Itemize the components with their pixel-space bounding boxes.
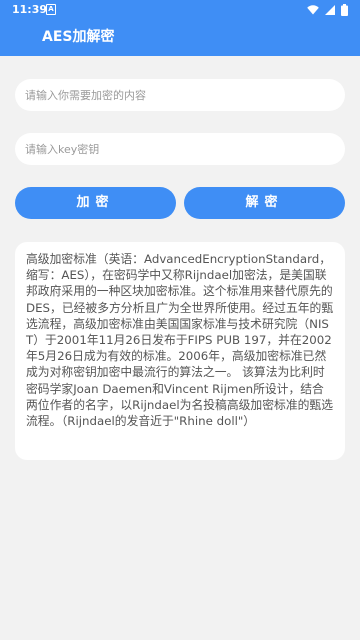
status-bar: 11:39 A <box>0 0 360 20</box>
content-input[interactable] <box>15 79 345 111</box>
info-card: 高级加密标准（英语：AdvancedEncryptionStandard，缩写：… <box>15 242 345 460</box>
key-input[interactable] <box>15 133 345 165</box>
notification-icon: A <box>46 4 56 15</box>
signal-icon <box>325 5 335 15</box>
status-time: 11:39 <box>12 3 48 16</box>
battery-icon <box>341 4 348 16</box>
page-title: AES加解密 <box>42 29 115 45</box>
app-bar: 11:39 A AES加解密 <box>0 0 360 56</box>
encrypt-button[interactable]: 加密 <box>15 187 176 219</box>
aes-description: 高级加密标准（英语：AdvancedEncryptionStandard，缩写：… <box>26 252 334 429</box>
status-icons <box>307 3 348 17</box>
wifi-icon <box>307 5 319 15</box>
decrypt-button[interactable]: 解密 <box>184 187 345 219</box>
